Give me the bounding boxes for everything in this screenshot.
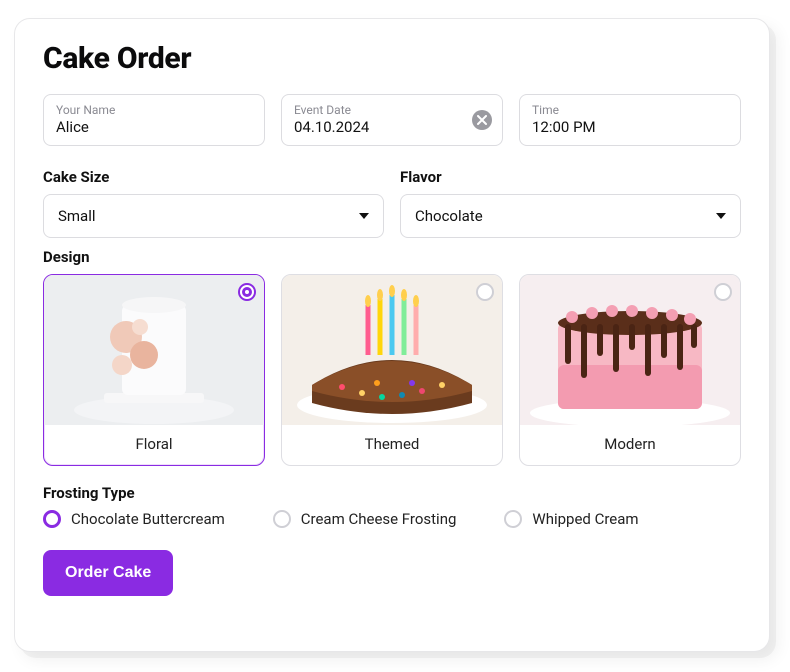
- name-label: Your Name: [56, 103, 252, 117]
- radio-icon: [504, 510, 522, 528]
- design-option-floral[interactable]: Floral: [43, 274, 265, 466]
- cake-order-form: Cake Order Your Name Alice Event Date 04…: [14, 18, 770, 652]
- design-section-label: Design: [43, 248, 741, 266]
- frosting-option-cream-cheese[interactable]: Cream Cheese Frosting: [273, 510, 457, 528]
- design-label-floral: Floral: [44, 425, 264, 465]
- page-title: Cake Order: [43, 41, 741, 76]
- frosting-label-1: Cream Cheese Frosting: [301, 510, 457, 528]
- name-field[interactable]: Your Name Alice: [43, 94, 265, 146]
- event-date-field[interactable]: Event Date 04.10.2024: [281, 94, 503, 146]
- cake-size-value: Small: [58, 207, 96, 225]
- basic-fields-row: Your Name Alice Event Date 04.10.2024 Ti…: [43, 94, 741, 146]
- radio-icon: [43, 510, 61, 528]
- radio-indicator-icon: [476, 283, 494, 301]
- cake-size-select[interactable]: Small: [43, 194, 384, 238]
- event-date-label: Event Date: [294, 103, 490, 117]
- design-options: Floral: [43, 274, 741, 466]
- time-value: 12:00 PM: [532, 117, 728, 137]
- design-option-themed[interactable]: Themed: [281, 274, 503, 466]
- design-image-floral: [44, 275, 264, 425]
- frosting-option-chocolate-buttercream[interactable]: Chocolate Buttercream: [43, 510, 225, 528]
- chevron-down-icon: [359, 213, 369, 219]
- frosting-label-2: Whipped Cream: [532, 510, 638, 528]
- design-label-themed: Themed: [282, 425, 502, 465]
- frosting-options: Chocolate Buttercream Cream Cheese Frost…: [43, 510, 741, 528]
- radio-icon: [273, 510, 291, 528]
- cake-size-label: Cake Size: [43, 168, 384, 186]
- frosting-label-0: Chocolate Buttercream: [71, 510, 225, 528]
- time-field[interactable]: Time 12:00 PM: [519, 94, 741, 146]
- frosting-option-whipped-cream[interactable]: Whipped Cream: [504, 510, 638, 528]
- event-date-value: 04.10.2024: [294, 117, 490, 137]
- time-label: Time: [532, 103, 728, 117]
- order-cake-button[interactable]: Order Cake: [43, 550, 173, 596]
- clear-date-icon[interactable]: [472, 110, 492, 130]
- selects-row: Cake Size Small Flavor Chocolate: [43, 162, 741, 238]
- flavor-select[interactable]: Chocolate: [400, 194, 741, 238]
- design-option-modern[interactable]: Modern: [519, 274, 741, 466]
- name-value: Alice: [56, 117, 252, 137]
- radio-indicator-icon: [238, 283, 256, 301]
- frosting-section-label: Frosting Type: [43, 484, 741, 502]
- design-image-modern: [520, 275, 740, 425]
- radio-indicator-icon: [714, 283, 732, 301]
- design-label-modern: Modern: [520, 425, 740, 465]
- chevron-down-icon: [716, 213, 726, 219]
- flavor-label: Flavor: [400, 168, 741, 186]
- design-image-themed: [282, 275, 502, 425]
- flavor-value: Chocolate: [415, 207, 483, 225]
